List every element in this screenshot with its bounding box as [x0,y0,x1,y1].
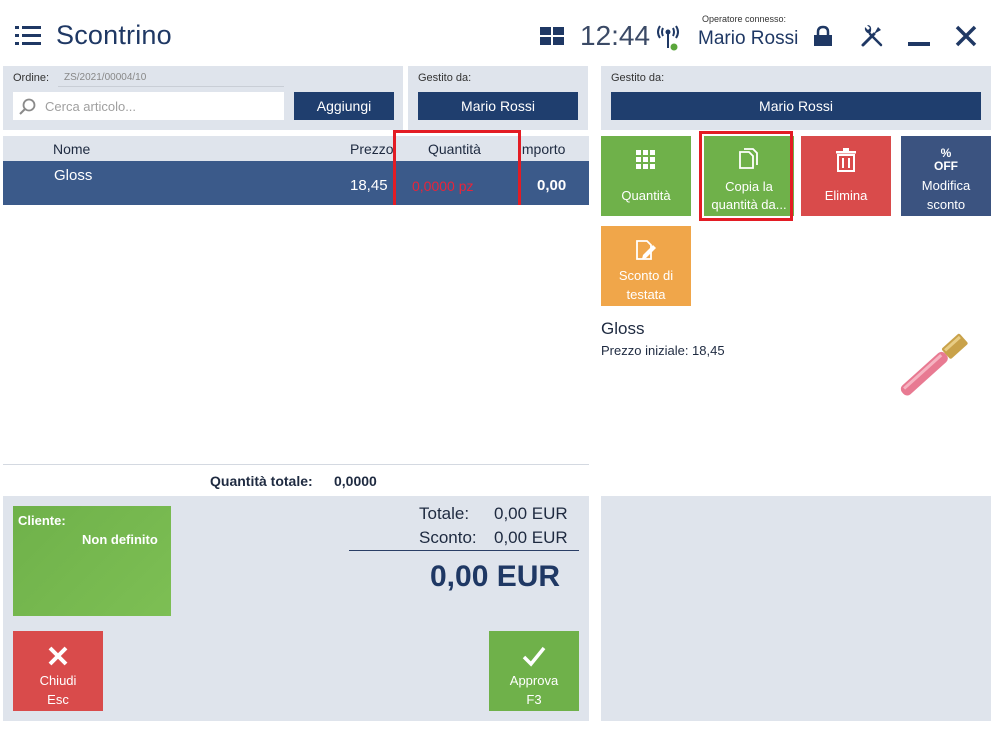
clock: 12:44 [580,20,651,51]
row-name-cell: Gloss [54,167,93,184]
header-discount-button[interactable]: Sconto di testata [601,226,691,306]
hamburger-menu-icon[interactable] [15,26,41,46]
totals-divider [349,550,579,551]
minimize-icon[interactable] [908,42,930,46]
managed-by-label-right: Gestito da: [611,72,665,84]
approve-button-shortcut: F3 [526,692,542,707]
edit-discount-label-line1: Modifica [921,178,971,193]
quantity-button[interactable]: Quantità [601,136,691,216]
close-button[interactable]: Chiudi Esc [13,631,103,711]
close-button-shortcut: Esc [47,692,69,707]
discount-value: 0,00 EUR [494,528,568,547]
header-discount-label-line1: Sconto di [618,268,674,283]
product-initial-price: Prezzo iniziale: 18,45 [601,343,725,358]
edit-discount-label-line2: sconto [926,197,966,212]
search-icon [19,98,44,116]
percent-off-icon-text: OFF [934,159,958,173]
product-image [886,325,982,405]
order-number-underline [58,86,284,87]
column-header-price[interactable]: Prezzo [350,141,394,157]
trash-icon [836,148,856,172]
total-quantity-value: 0,0000 [334,473,377,489]
operator-name: Mario Rossi [698,28,799,49]
close-icon[interactable] [955,25,977,47]
table-body [3,205,589,465]
managed-by-button-right[interactable]: Mario Rossi [611,92,981,120]
percent-off-icon: % [940,146,952,160]
dashboard-grid-icon[interactable] [540,27,564,45]
order-label: Ordine: [13,72,50,84]
connection-antenna-icon [655,22,681,52]
edit-document-icon [636,240,656,260]
quantity-highlight-box [393,130,521,215]
total-label: Totale: [419,504,470,523]
column-header-name[interactable]: Nome [53,141,90,157]
product-name: Gloss [601,319,645,338]
close-x-icon [48,646,68,666]
discount-label: Sconto: [419,528,477,547]
edit-discount-button[interactable]: % OFF Modifica sconto [901,136,991,216]
row-price-cell: 18,45 [350,177,388,194]
customer-value: Non definito [82,532,158,547]
customer-label: Cliente: [18,513,66,528]
close-button-label: Chiudi [39,673,77,688]
search-input[interactable] [13,92,284,120]
approve-button[interactable]: Approva F3 [489,631,579,711]
managed-by-label-left: Gestito da: [418,72,472,84]
order-number: ZS/2021/00004/10 [64,72,147,83]
tools-icon[interactable] [860,24,884,48]
keypad-icon [636,150,655,169]
delete-button[interactable]: Elimina [801,136,891,216]
lock-icon[interactable] [812,25,834,47]
managed-by-button-left[interactable]: Mario Rossi [418,92,578,120]
grand-total: 0,00 EUR [430,560,561,593]
operator-caption: Operatore connesso: [702,14,787,24]
quantity-button-label: Quantità [621,188,671,203]
add-button[interactable]: Aggiungi [294,92,394,120]
column-header-amount[interactable]: Importo [518,141,565,157]
page-title: Scontrino [56,20,172,50]
total-quantity-label: Quantità totale: [210,473,313,489]
delete-button-label: Elimina [824,188,868,203]
checkmark-icon [522,646,546,667]
right-bottom-panel [601,496,991,721]
header-discount-label-line2: testata [626,287,666,302]
copy-quantity-highlight-box [699,131,793,221]
row-amount-cell: 0,00 [537,177,567,194]
approve-button-label: Approva [509,673,559,688]
total-value: 0,00 EUR [494,504,568,523]
